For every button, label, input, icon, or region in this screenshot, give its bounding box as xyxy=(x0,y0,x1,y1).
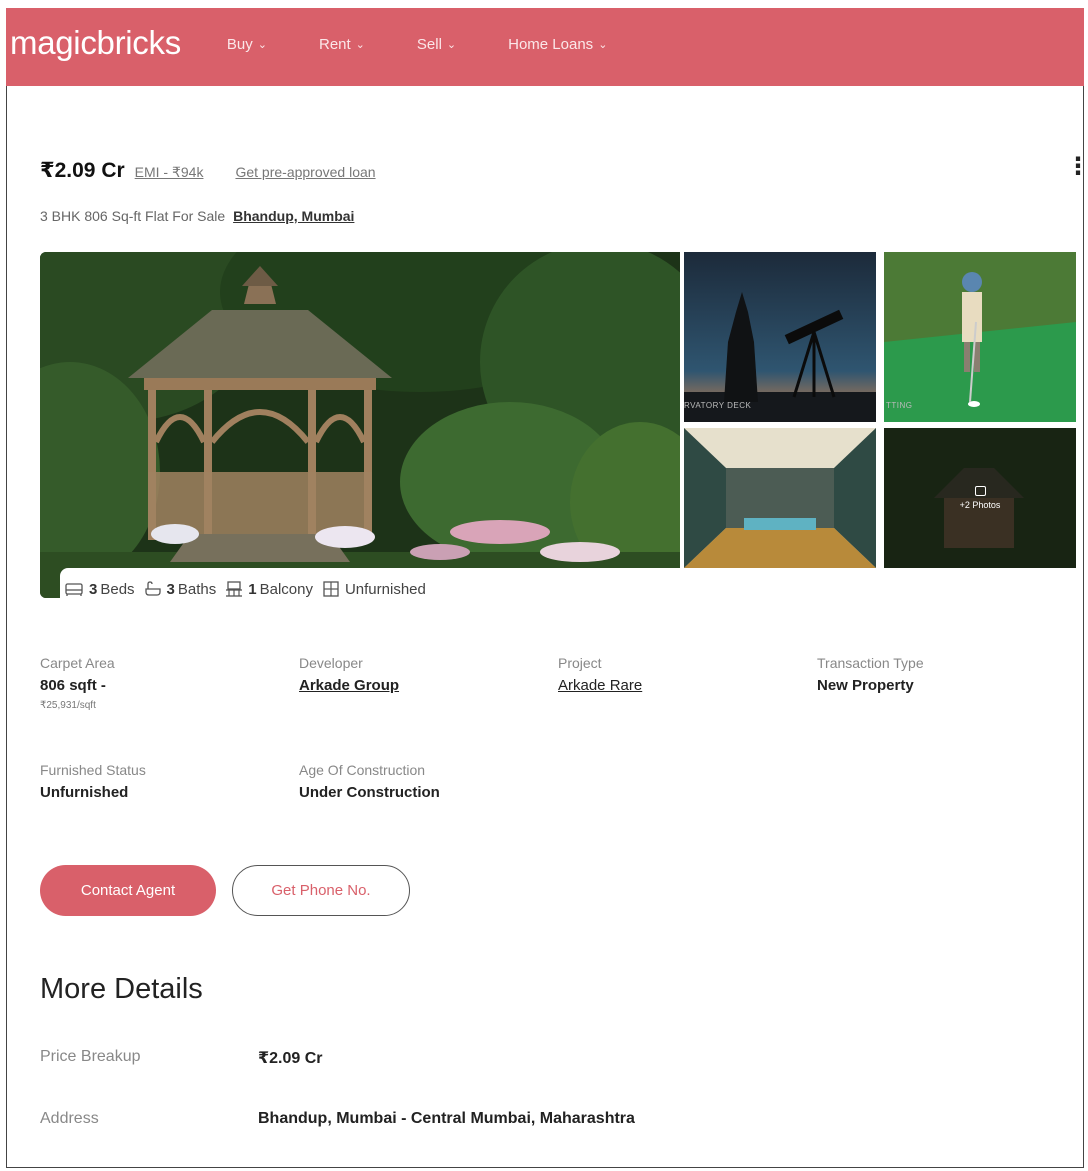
nav-rent[interactable]: Rent ⌄ xyxy=(319,36,365,53)
balcony-icon xyxy=(226,581,243,597)
nav-home-loans-label: Home Loans xyxy=(508,35,594,53)
detail-label: Developer xyxy=(299,655,363,671)
more-photos-overlay[interactable]: +2 Photos xyxy=(884,428,1076,568)
site-logo[interactable]: magicbricks xyxy=(10,24,181,62)
price-per-sqft: ₹25,931/sqft xyxy=(40,700,96,711)
detail-value: Unfurnished xyxy=(40,784,129,801)
detail-value: New Property xyxy=(817,677,914,694)
property-features: 3 Beds 3 Baths 1 Balcony Unfurnished xyxy=(60,568,1068,610)
photo-thumb-pool[interactable] xyxy=(684,428,876,568)
feature-furnishing: Unfurnished xyxy=(322,581,426,598)
emi-link[interactable]: EMI - ₹94k xyxy=(135,164,204,181)
nav-buy[interactable]: Buy ⌄ xyxy=(227,36,267,53)
pre-approved-loan-link[interactable]: Get pre-approved loan xyxy=(235,164,375,180)
nav-sell[interactable]: Sell ⌄ xyxy=(417,36,456,53)
more-options-icon[interactable]: ⋮ xyxy=(1066,155,1088,179)
address-label: Address xyxy=(40,1110,99,1127)
detail-label: Transaction Type xyxy=(817,655,924,671)
developer-link[interactable]: Arkade Group xyxy=(299,677,399,694)
listing-type: 3 BHK 806 Sq-ft Flat For Sale xyxy=(40,208,226,224)
photo-thumb-putting[interactable]: TTING xyxy=(884,252,1076,422)
detail-label: Project xyxy=(558,655,602,671)
thumb-caption: TTING xyxy=(886,401,913,410)
detail-label: Furnished Status xyxy=(40,762,146,778)
price-breakup-value: ₹2.09 Cr xyxy=(258,1050,323,1067)
get-phone-button[interactable]: Get Phone No. xyxy=(232,865,410,916)
listing-subtitle: 3 BHK 806 Sq-ft Flat For Sale Bhandup, M… xyxy=(40,208,354,224)
chevron-down-icon: ⌄ xyxy=(257,38,267,51)
gazebo-garden-image xyxy=(40,252,680,598)
chevron-down-icon: ⌄ xyxy=(355,38,365,51)
beds-label: Beds xyxy=(100,580,135,598)
baths-label: Baths xyxy=(177,580,217,598)
main-property-photo[interactable] xyxy=(40,252,680,598)
nav-sell-label: Sell xyxy=(416,35,442,53)
beds-count: 3 xyxy=(89,580,98,598)
detail-value: Under Construction xyxy=(299,784,440,801)
more-photos-count: +2 Photos xyxy=(959,500,1001,510)
detail-carpet-area: Carpet Area 806 sqft - ₹25,931/sqft xyxy=(40,655,115,711)
detail-age-of-construction: Age Of Construction Under Construction xyxy=(299,762,440,801)
detail-furnished-status: Furnished Status Unfurnished xyxy=(40,762,146,801)
balcony-label: Balcony xyxy=(259,580,313,598)
observatory-deck-image xyxy=(684,252,876,422)
nav-rent-label: Rent xyxy=(318,35,351,53)
indoor-pool-image xyxy=(684,428,876,568)
putting-green-image xyxy=(884,252,1076,422)
detail-value: 806 sqft - xyxy=(40,677,106,694)
chevron-down-icon: ⌄ xyxy=(598,38,608,51)
price-row: ₹2.09 Cr EMI - ₹94k Get pre-approved loa… xyxy=(40,158,376,183)
balcony-count: 1 xyxy=(248,580,257,598)
photo-thumb-observatory[interactable]: RVATORY DECK xyxy=(684,252,876,422)
detail-project: Project Arkade Rare xyxy=(558,655,642,694)
detail-label: Age Of Construction xyxy=(299,762,426,778)
detail-label: Carpet Area xyxy=(40,655,115,671)
gallery-icon xyxy=(974,486,986,496)
address-value: Bhandup, Mumbai - Central Mumbai, Mahara… xyxy=(258,1110,635,1127)
feature-beds: 3 Beds xyxy=(64,581,135,598)
bath-icon xyxy=(144,581,161,596)
listing-price: ₹2.09 Cr xyxy=(40,159,125,182)
photo-thumb-more[interactable]: +2 Photos xyxy=(884,428,1076,568)
contact-agent-button[interactable]: Contact Agent xyxy=(40,865,216,916)
bed-icon xyxy=(65,583,83,596)
location-link[interactable]: Bhandup, Mumbai xyxy=(233,208,354,224)
thumb-caption: RVATORY DECK xyxy=(684,401,752,410)
feature-balcony: 1 Balcony xyxy=(225,581,313,598)
nav-home-loans[interactable]: Home Loans ⌄ xyxy=(508,36,607,53)
top-nav-bar: magicbricks Buy ⌄ Rent ⌄ Sell ⌄ Home Loans ⌄ xyxy=(6,8,1084,86)
chevron-down-icon: ⌄ xyxy=(446,38,457,51)
detail-developer: Developer Arkade Group xyxy=(299,655,399,694)
project-link[interactable]: Arkade Rare xyxy=(558,677,642,694)
detail-transaction-type: Transaction Type New Property xyxy=(817,655,924,694)
main-nav: Buy ⌄ Rent ⌄ Sell ⌄ Home Loans ⌄ xyxy=(227,36,660,53)
nav-buy-label: Buy xyxy=(226,35,253,53)
furnishing-label: Unfurnished xyxy=(344,580,426,598)
baths-count: 3 xyxy=(166,580,175,598)
feature-baths: 3 Baths xyxy=(144,580,217,598)
price-breakup-label: Price Breakup xyxy=(40,1048,141,1065)
furnishing-icon xyxy=(323,581,339,597)
more-details-heading: More Details xyxy=(40,973,203,1005)
